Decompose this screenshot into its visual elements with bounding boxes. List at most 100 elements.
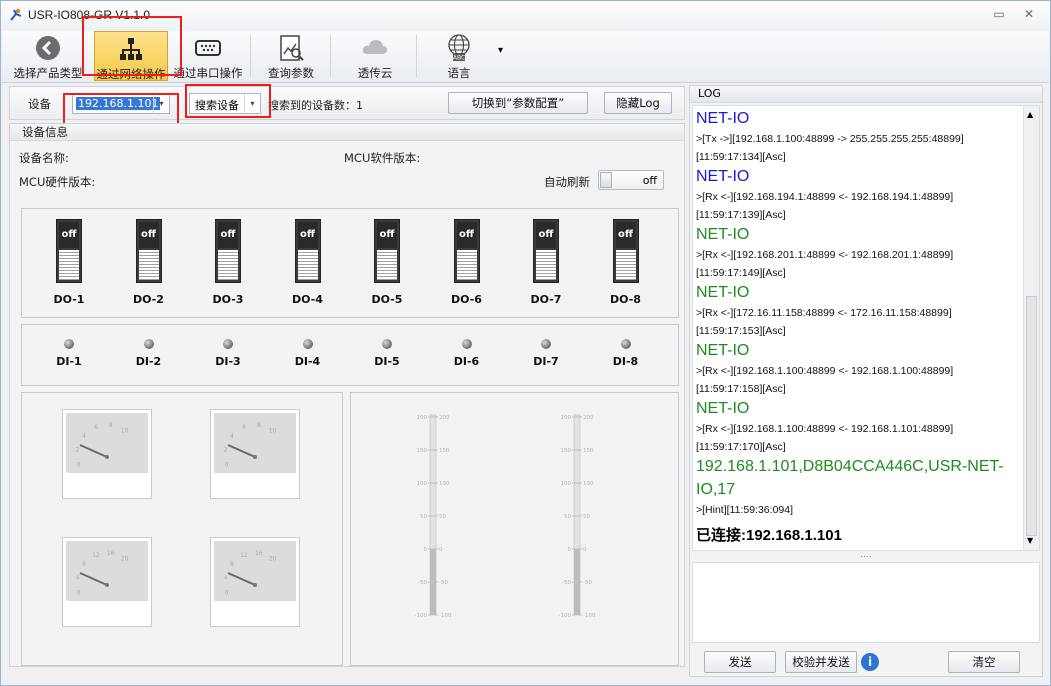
hide-log-button[interactable]: 隐藏Log — [604, 92, 672, 114]
svg-text:0: 0 — [225, 589, 229, 596]
svg-text:20: 20 — [269, 556, 277, 563]
svg-text:2: 2 — [76, 446, 80, 453]
di-indicator-icon — [143, 339, 154, 349]
svg-text:16: 16 — [107, 550, 115, 557]
toolbar-network-operation[interactable]: 通过网络操作 — [94, 31, 168, 81]
log-line: [11:59:17:149][Asc] — [696, 266, 786, 279]
svg-text:0: 0 — [568, 547, 572, 553]
svg-text:6: 6 — [94, 424, 98, 431]
svg-text:-100: -100 — [415, 613, 428, 618]
log-output[interactable]: ▲ ▼ NET-IO >[Tx ->][192.168.1.100:48899 -… — [692, 105, 1040, 551]
toolbar-query-params[interactable]: 查询参数 — [258, 31, 324, 81]
do-switch[interactable]: off — [533, 219, 559, 283]
toolbar: 选择产品类型 通过网络操作 通过串口操作 查询参数 透传云 ABC 语言 ▾ — [2, 31, 1049, 83]
svg-text:4: 4 — [224, 574, 228, 581]
scroll-up-icon[interactable]: ▲ — [1027, 110, 1033, 119]
di-label: DI-8 — [612, 355, 639, 368]
di-label: DI-1 — [56, 355, 82, 368]
splitter-handle[interactable]: .... — [690, 550, 1042, 560]
close-button[interactable]: ✕ — [1019, 7, 1039, 21]
svg-text:150: 150 — [439, 448, 450, 454]
switch-state: off — [59, 222, 79, 248]
toggle-knob — [600, 172, 612, 188]
clear-button[interactable]: 清空 — [948, 651, 1020, 673]
do-switch[interactable]: off — [612, 219, 639, 283]
toolbar-transparent-cloud[interactable]: 透传云 — [342, 31, 408, 81]
svg-text:0: 0 — [583, 547, 587, 553]
search-device-split-button[interactable]: 搜索设备 ▾ — [189, 93, 261, 114]
send-button[interactable]: 发送 — [704, 651, 776, 673]
toolbar-select-product[interactable]: 选择产品类型 — [12, 31, 84, 81]
window-title: USR-IO808-GR V1.1.0 — [28, 8, 151, 22]
device-combo[interactable]: 192.168.1.101 ▾ — [72, 93, 170, 114]
auto-refresh-state: off — [642, 174, 657, 187]
svg-text:100: 100 — [439, 481, 450, 487]
info-icon[interactable]: i — [861, 653, 879, 671]
cloud-icon — [362, 40, 388, 54]
switch-to-config-button[interactable]: 切换到“参数配置” — [448, 92, 588, 114]
toolbar-language[interactable]: ABC 语言 — [426, 31, 492, 81]
di-indicator-icon — [541, 339, 551, 349]
svg-text:100: 100 — [583, 481, 594, 487]
chevron-down-icon: ▾ — [153, 94, 169, 113]
do-switch[interactable]: off — [294, 219, 321, 283]
toolbar-serial-operation[interactable]: 通过串口操作 — [172, 31, 244, 81]
app-logo-icon — [10, 8, 22, 21]
svg-text:200: 200 — [583, 415, 594, 421]
log-line: >[Rx <-][192.168.1.100:48899 <- 192.168.… — [696, 423, 954, 435]
switch-lever — [377, 250, 397, 280]
digital-outputs-panel: off DO-1 off DO-2 off DO-3 off DO-4 off DO-5 off DO… — [21, 208, 679, 318]
scroll-thumb[interactable] — [1026, 296, 1037, 536]
gauge-face: 0 24 6 8 10 — [214, 413, 296, 473]
switch-lever — [297, 250, 318, 280]
toolbar-separator — [416, 35, 417, 77]
do-switch[interactable]: off — [135, 219, 162, 283]
svg-text:8: 8 — [230, 561, 234, 568]
di-indicator-icon — [223, 339, 233, 349]
svg-text:10: 10 — [269, 428, 277, 435]
switch-state: off — [297, 222, 318, 248]
network-icon — [120, 38, 142, 60]
svg-text:50: 50 — [564, 514, 571, 520]
switch-state: off — [456, 222, 477, 248]
log-scrollbar[interactable]: ▲ ▼ — [1023, 106, 1039, 550]
send-input[interactable] — [692, 562, 1040, 643]
switch-state: off — [615, 222, 636, 248]
minimize-button[interactable]: ▭ — [989, 7, 1009, 21]
search-device-label: 搜索设备 — [195, 99, 239, 112]
log-line: >[Rx <-][192.168.201.1:48899 <- 192.168.… — [696, 249, 954, 261]
log-line: [11:59:17:139][Asc] — [696, 208, 786, 221]
svg-text:150: 150 — [417, 448, 428, 454]
di-label: DI-6 — [453, 355, 480, 368]
svg-text:-100: -100 — [559, 613, 572, 618]
toolbar-label: 透传云 — [357, 66, 393, 80]
svg-text:-100: -100 — [583, 613, 596, 618]
do-label: DO-2 — [133, 293, 164, 306]
svg-text:20: 20 — [121, 556, 129, 563]
serial-port-icon — [195, 40, 221, 56]
svg-text:-50: -50 — [583, 580, 592, 586]
switch-lever — [218, 250, 238, 280]
do-switch[interactable]: off — [374, 219, 400, 283]
log-line: [11:59:17:158][Asc] — [696, 382, 786, 395]
scroll-down-icon[interactable]: ▼ — [1027, 536, 1033, 545]
auto-refresh-toggle[interactable]: off — [598, 170, 664, 190]
di-indicator-icon — [461, 339, 472, 349]
do-switch[interactable]: off — [56, 219, 82, 283]
switch-lever — [138, 250, 159, 280]
do-label: DO-6 — [451, 293, 482, 306]
digital-inputs-panel: DI-1 DI-2 DI-3 DI-4 DI-5 DI-6 DI-7 DI-8 — [21, 324, 679, 386]
chevron-down-icon[interactable]: ▾ — [244, 94, 260, 113]
toolbar-label: 选择产品类型 — [13, 66, 83, 80]
check-and-send-button[interactable]: 校验并发送 — [785, 651, 857, 673]
toolbar-label: 查询参数 — [268, 66, 314, 80]
log-line: IO,17 — [696, 481, 736, 498]
do-switch[interactable]: off — [453, 219, 480, 283]
log-line: NET-IO — [696, 226, 750, 243]
do-switch[interactable]: off — [215, 219, 241, 283]
toolbar-more-dropdown[interactable]: ▾ — [498, 45, 503, 56]
di-label: DI-7 — [533, 355, 559, 368]
switch-state: off — [377, 222, 397, 248]
svg-text:200: 200 — [439, 415, 450, 421]
di-indicator-icon — [620, 339, 631, 349]
